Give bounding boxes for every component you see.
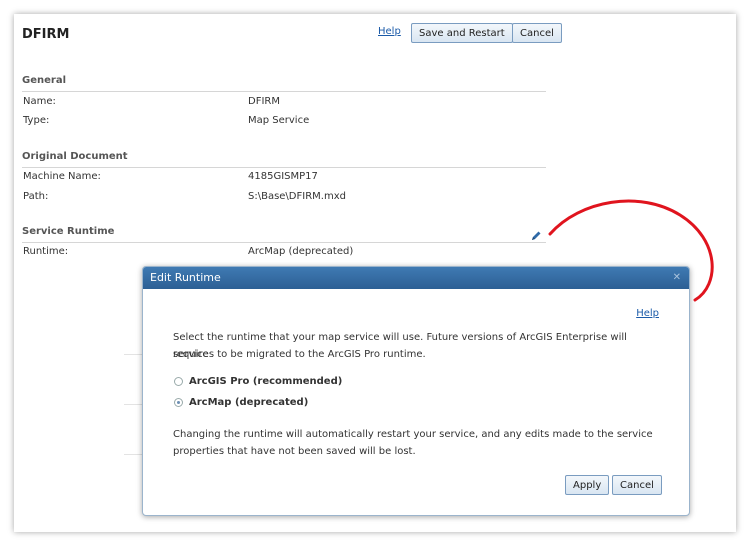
runtime-option-arcmap[interactable]: ArcMap (deprecated) bbox=[174, 397, 308, 408]
section-original-document-title: Original Document bbox=[22, 151, 546, 168]
section-general-title: General bbox=[22, 75, 546, 92]
machine-name-label: Machine Name: bbox=[23, 171, 101, 182]
page-title: DFIRM bbox=[22, 27, 70, 42]
runtime-option-arcgis-pro[interactable]: ArcGIS Pro (recommended) bbox=[174, 376, 342, 387]
runtime-value: ArcMap (deprecated) bbox=[248, 246, 354, 257]
option-label-arcgis-pro: ArcGIS Pro (recommended) bbox=[189, 376, 343, 387]
dialog-warning-line2: properties that have not been saved will… bbox=[173, 446, 416, 457]
help-link[interactable]: Help bbox=[378, 26, 401, 37]
apply-button[interactable]: Apply bbox=[565, 475, 610, 495]
type-value: Map Service bbox=[248, 115, 310, 126]
path-label: Path: bbox=[23, 191, 49, 202]
close-icon[interactable]: ✕ bbox=[673, 267, 681, 289]
dialog-header: Edit Runtime ✕ bbox=[143, 267, 689, 289]
edit-pencil-icon[interactable] bbox=[530, 227, 542, 240]
radio-button-arcgis-pro[interactable] bbox=[174, 377, 183, 386]
section-service-runtime-title: Service Runtime bbox=[22, 226, 546, 243]
service-editor-panel: DFIRM Help Save and Restart Cancel Gener… bbox=[14, 14, 736, 532]
edit-runtime-dialog: Edit Runtime ✕ Help Select the runtime t… bbox=[142, 266, 690, 516]
radio-button-arcmap[interactable] bbox=[174, 398, 183, 407]
name-value: DFIRM bbox=[248, 96, 280, 107]
dialog-help-link[interactable]: Help bbox=[636, 308, 659, 319]
dialog-cancel-button[interactable]: Cancel bbox=[612, 475, 662, 495]
dialog-title: Edit Runtime bbox=[150, 271, 221, 284]
type-label: Type: bbox=[23, 115, 50, 126]
machine-name-value: 4185GISMP17 bbox=[248, 171, 318, 182]
cancel-button[interactable]: Cancel bbox=[512, 23, 562, 43]
name-label: Name: bbox=[23, 96, 56, 107]
path-value: S:\Base\DFIRM.mxd bbox=[248, 191, 346, 202]
save-and-restart-button[interactable]: Save and Restart bbox=[411, 23, 513, 43]
dialog-intro-line2: services to be migrated to the ArcGIS Pr… bbox=[173, 349, 426, 360]
option-label-arcmap: ArcMap (deprecated) bbox=[189, 397, 309, 408]
dialog-warning-line1: Changing the runtime will automatically … bbox=[173, 429, 653, 440]
runtime-label: Runtime: bbox=[23, 246, 69, 257]
